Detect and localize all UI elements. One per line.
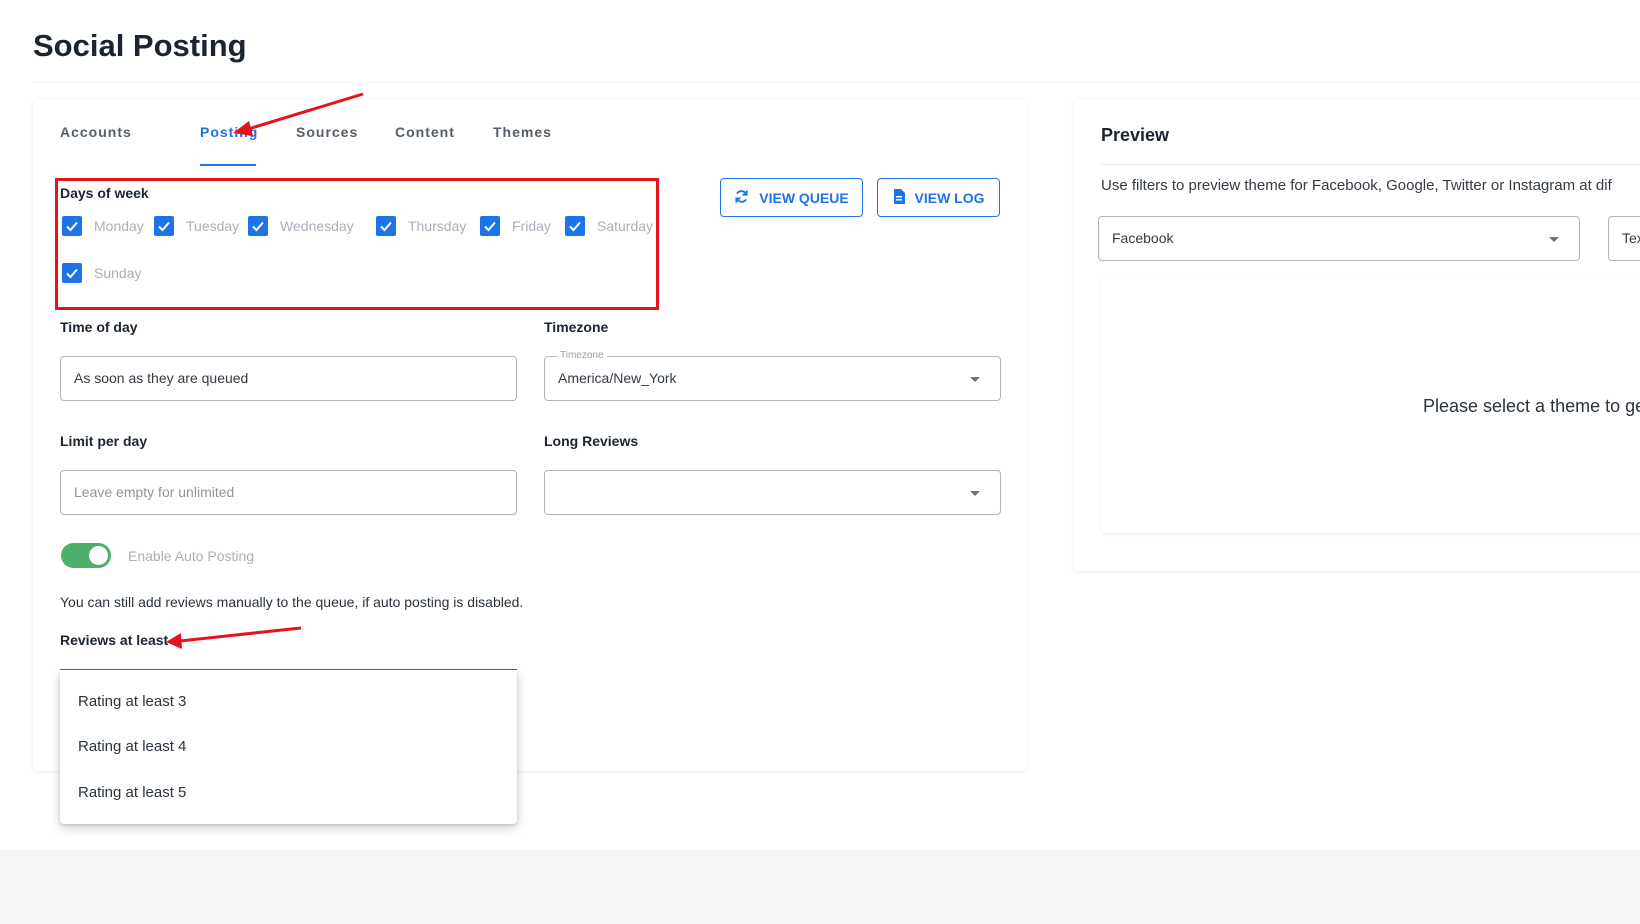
platform-value: Facebook xyxy=(1112,230,1174,246)
time-of-day-label: Time of day xyxy=(60,319,138,335)
preview-card: Preview Use filters to preview theme for… xyxy=(1074,99,1640,571)
chevron-down-icon xyxy=(1549,237,1559,242)
long-reviews-select[interactable] xyxy=(544,470,1001,515)
auto-posting-label: Enable Auto Posting xyxy=(128,548,255,564)
chevron-down-icon xyxy=(970,491,980,496)
option-rating-4[interactable]: Rating at least 4 xyxy=(78,738,186,755)
limit-per-day-label: Limit per day xyxy=(60,433,148,449)
platform-select[interactable]: Facebook xyxy=(1098,216,1580,261)
day-label: Tuesday xyxy=(186,218,240,234)
timezone-select[interactable]: Timezone America/New_York xyxy=(544,350,1001,401)
view-queue-label: VIEW QUEUE xyxy=(759,189,849,206)
day-label: Friday xyxy=(512,218,551,234)
check-icon xyxy=(62,216,82,236)
timezone-value: America/New_York xyxy=(558,370,677,386)
preview-panel: Please select a theme to ge xyxy=(1101,279,1640,533)
view-queue-button[interactable]: VIEW QUEUE xyxy=(720,178,863,217)
check-icon xyxy=(154,216,174,236)
day-friday-checkbox[interactable]: Friday xyxy=(480,216,551,236)
day-tuesday-checkbox[interactable]: Tuesday xyxy=(154,216,239,236)
day-thursday-checkbox[interactable]: Thursday xyxy=(376,216,466,236)
second-filter-value: Tex xyxy=(1622,230,1640,246)
limit-per-day-placeholder: Leave empty for unlimited xyxy=(74,484,235,500)
day-label: Wednesday xyxy=(280,218,354,234)
check-icon xyxy=(565,216,585,236)
day-label: Sunday xyxy=(94,265,142,281)
limit-per-day-input[interactable]: Leave empty for unlimited xyxy=(60,470,517,515)
day-saturday-checkbox[interactable]: Saturday xyxy=(565,216,653,236)
preview-description: Use filters to preview theme for Faceboo… xyxy=(1101,177,1612,194)
chevron-down-icon xyxy=(970,377,980,382)
timezone-float-label: Timezone xyxy=(557,350,607,361)
check-icon xyxy=(480,216,500,236)
day-monday-checkbox[interactable]: Monday xyxy=(62,216,144,236)
time-of-day-select[interactable]: As soon as they are queued xyxy=(60,356,517,401)
preview-title: Preview xyxy=(1101,125,1170,145)
long-reviews-label: Long Reviews xyxy=(544,433,639,449)
auto-posting-toggle[interactable] xyxy=(61,543,111,568)
tab-content[interactable]: Content xyxy=(395,124,455,140)
reviews-at-least-label: Reviews at least xyxy=(60,632,169,648)
reviews-at-least-dropdown: Rating at least 3 Rating at least 4 Rati… xyxy=(60,670,517,824)
day-label: Monday xyxy=(94,218,144,234)
view-log-label: VIEW LOG xyxy=(914,189,985,206)
refresh-icon xyxy=(734,189,749,207)
timezone-label: Timezone xyxy=(544,319,609,335)
time-of-day-value: As soon as they are queued xyxy=(74,370,249,386)
active-tab-indicator xyxy=(200,164,256,166)
page-title: Social Posting xyxy=(33,28,247,63)
option-rating-5[interactable]: Rating at least 5 xyxy=(78,784,186,801)
tab-accounts[interactable]: Accounts xyxy=(60,124,132,140)
toggle-knob xyxy=(89,546,108,565)
day-wednesday-checkbox[interactable]: Wednesday xyxy=(248,216,354,236)
preview-divider xyxy=(1101,164,1640,165)
check-icon xyxy=(62,263,82,283)
day-label: Saturday xyxy=(597,218,654,234)
day-label: Thursday xyxy=(408,218,467,234)
auto-posting-helper-text: You can still add reviews manually to th… xyxy=(60,594,524,610)
option-rating-3[interactable]: Rating at least 3 xyxy=(78,693,186,710)
check-icon xyxy=(248,216,268,236)
title-divider xyxy=(33,82,1640,83)
check-icon xyxy=(376,216,396,236)
days-of-week-label: Days of week xyxy=(60,185,149,201)
preview-empty-message: Please select a theme to ge xyxy=(1423,396,1640,416)
preview-second-filter[interactable]: Tex xyxy=(1608,216,1640,261)
view-log-button[interactable]: VIEW LOG xyxy=(877,178,1000,217)
page-footer-band xyxy=(0,850,1640,924)
tab-sources[interactable]: Sources xyxy=(296,124,358,140)
tab-posting[interactable]: Posting xyxy=(200,124,258,140)
tab-themes[interactable]: Themes xyxy=(493,124,552,140)
day-sunday-checkbox[interactable]: Sunday xyxy=(62,263,141,283)
file-icon xyxy=(893,188,905,207)
